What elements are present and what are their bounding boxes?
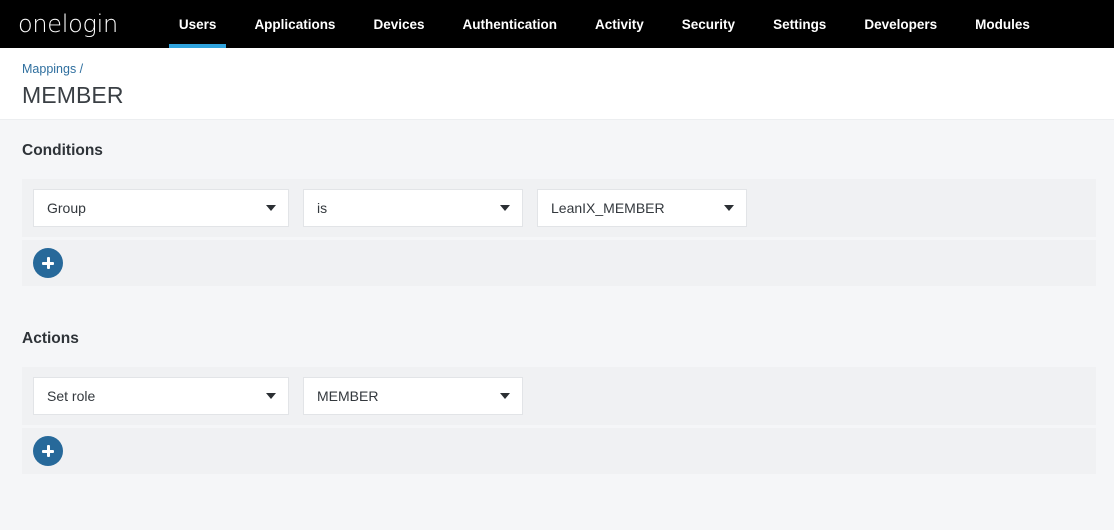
- nav-item-applications[interactable]: Applications: [235, 0, 354, 48]
- nav-item-users[interactable]: Users: [160, 0, 236, 48]
- action-type-value: Set role: [47, 388, 96, 404]
- brand-label: onelogin: [18, 10, 118, 38]
- breadcrumb-link-mappings[interactable]: Mappings /: [22, 62, 83, 76]
- nav-item-activity-label: Activity: [595, 16, 644, 32]
- actions-section: Actions Set role MEMBER: [0, 308, 1114, 474]
- page-content: Conditions Group is LeanIX_MEMBER Action…: [0, 120, 1114, 474]
- actions-title: Actions: [22, 330, 79, 347]
- nav-item-settings[interactable]: Settings: [754, 0, 845, 48]
- condition-operator-select[interactable]: is: [303, 189, 523, 227]
- nav-item-modules[interactable]: Modules: [956, 0, 1049, 48]
- condition-value-text: LeanIX_MEMBER: [551, 200, 665, 216]
- condition-value-select[interactable]: LeanIX_MEMBER: [537, 189, 747, 227]
- action-add-row: [22, 428, 1096, 474]
- add-action-button[interactable]: [33, 436, 63, 466]
- onelogin-logo[interactable]: onelogin: [18, 0, 118, 48]
- action-type-select[interactable]: Set role: [33, 377, 289, 415]
- nav-item-users-label: Users: [178, 16, 217, 32]
- condition-add-row: [22, 240, 1096, 286]
- chevron-down-icon: [500, 393, 510, 399]
- condition-operator-value: is: [317, 200, 328, 216]
- chevron-down-icon: [266, 205, 276, 211]
- action-value-select[interactable]: MEMBER: [303, 377, 523, 415]
- nav-item-activity[interactable]: Activity: [576, 0, 663, 48]
- nav-item-authentication-label: Authentication: [462, 16, 558, 32]
- nav-item-security-label: Security: [681, 16, 736, 32]
- page-header: Mappings / MEMBER: [0, 48, 1114, 120]
- nav-item-security[interactable]: Security: [663, 0, 754, 48]
- nav-item-developers[interactable]: Developers: [845, 0, 956, 48]
- page-title: MEMBER: [22, 81, 124, 108]
- add-condition-button[interactable]: [33, 248, 63, 278]
- condition-attribute-value: Group: [47, 200, 86, 216]
- plus-icon: [42, 445, 54, 457]
- nav-item-devices[interactable]: Devices: [354, 0, 443, 48]
- action-value-text: MEMBER: [317, 388, 379, 404]
- nav-item-settings-label: Settings: [773, 16, 827, 32]
- nav-item-authentication[interactable]: Authentication: [444, 0, 577, 48]
- chevron-down-icon: [724, 205, 734, 211]
- nav-item-modules-label: Modules: [975, 16, 1030, 32]
- plus-icon: [42, 257, 54, 269]
- chevron-down-icon: [266, 393, 276, 399]
- top-navbar: onelogin Users Applications Devices Auth…: [0, 0, 1114, 48]
- breadcrumb: Mappings /: [22, 61, 1114, 79]
- condition-row: Group is LeanIX_MEMBER: [22, 179, 1096, 237]
- main-nav: Users Applications Devices Authenticatio…: [160, 0, 1049, 48]
- nav-item-devices-label: Devices: [373, 16, 425, 32]
- chevron-down-icon: [500, 205, 510, 211]
- nav-item-applications-label: Applications: [254, 16, 336, 32]
- condition-attribute-select[interactable]: Group: [33, 189, 289, 227]
- conditions-title: Conditions: [22, 142, 103, 159]
- action-row: Set role MEMBER: [22, 367, 1096, 425]
- conditions-section: Conditions Group is LeanIX_MEMBER: [0, 120, 1114, 286]
- nav-item-developers-label: Developers: [864, 16, 938, 32]
